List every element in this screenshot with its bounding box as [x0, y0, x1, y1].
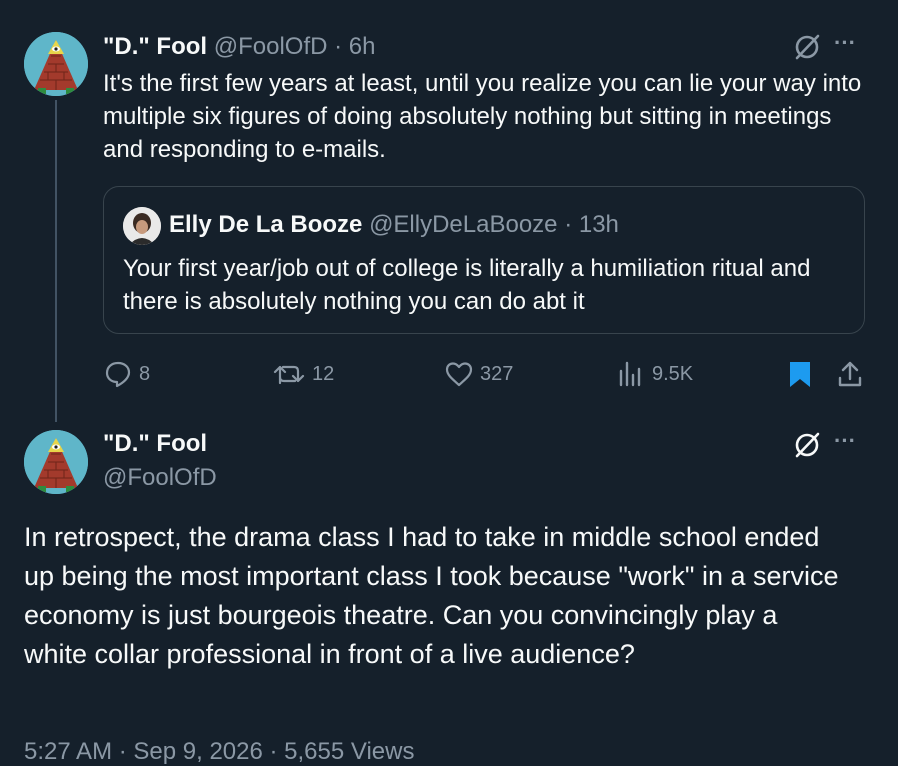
view-count: 9.5K: [652, 362, 694, 385]
bookmark-icon[interactable]: [786, 359, 814, 389]
quoted-handle-and-time: @EllyDeLaBooze · 13h: [369, 211, 619, 238]
timestamp-footer[interactable]: 5:27 AM · Sep 9, 2026 · 5,655 Views: [24, 738, 414, 766]
grok-icon[interactable]: [790, 30, 824, 64]
reply-icon: [105, 361, 131, 388]
reply-button[interactable]: 8: [103, 359, 150, 389]
main-tweet-text: In retrospect, the drama class I had to …: [24, 522, 839, 669]
heart-icon: [445, 362, 473, 387]
avatar[interactable]: [24, 32, 88, 96]
like-button[interactable]: 327: [444, 359, 513, 389]
grok-icon[interactable]: [790, 428, 824, 462]
pyramid-eye-avatar-icon: [24, 430, 88, 494]
tweet-header: "D." Fool @FoolOfD · 6h: [103, 33, 376, 61]
display-name-text: "D." Fool: [103, 430, 208, 457]
repost-button[interactable]: 12: [272, 359, 334, 389]
more-options-button[interactable]: ···: [834, 428, 856, 454]
quoted-text: Your first year/job out of college is li…: [123, 255, 811, 315]
thread-connector: [55, 100, 57, 422]
pyramid-eye-avatar-icon: [24, 32, 88, 96]
handle[interactable]: @FoolOfD: [103, 464, 217, 492]
avatar[interactable]: [24, 430, 88, 494]
reply-count: 8: [139, 362, 151, 385]
display-name[interactable]: "D." Fool: [103, 430, 207, 458]
analytics-icon: [619, 361, 641, 387]
tweet-text: It's the first few years at least, until…: [103, 70, 862, 163]
views-button[interactable]: 9.5K: [616, 359, 693, 389]
repost-icon: [273, 365, 305, 385]
quoted-avatar: [123, 207, 161, 245]
quoted-header: Elly De La Booze @EllyDeLaBooze · 13h: [169, 211, 619, 239]
handle-and-time[interactable]: @FoolOfD · 6h: [214, 33, 376, 60]
repost-count: 12: [312, 362, 335, 385]
more-options-button[interactable]: ···: [834, 30, 856, 56]
display-name[interactable]: "D." Fool: [103, 33, 207, 60]
like-count: 327: [480, 362, 514, 385]
person-avatar-icon: [123, 207, 161, 245]
share-icon[interactable]: [835, 359, 865, 389]
quoted-display-name: Elly De La Booze: [169, 211, 363, 238]
